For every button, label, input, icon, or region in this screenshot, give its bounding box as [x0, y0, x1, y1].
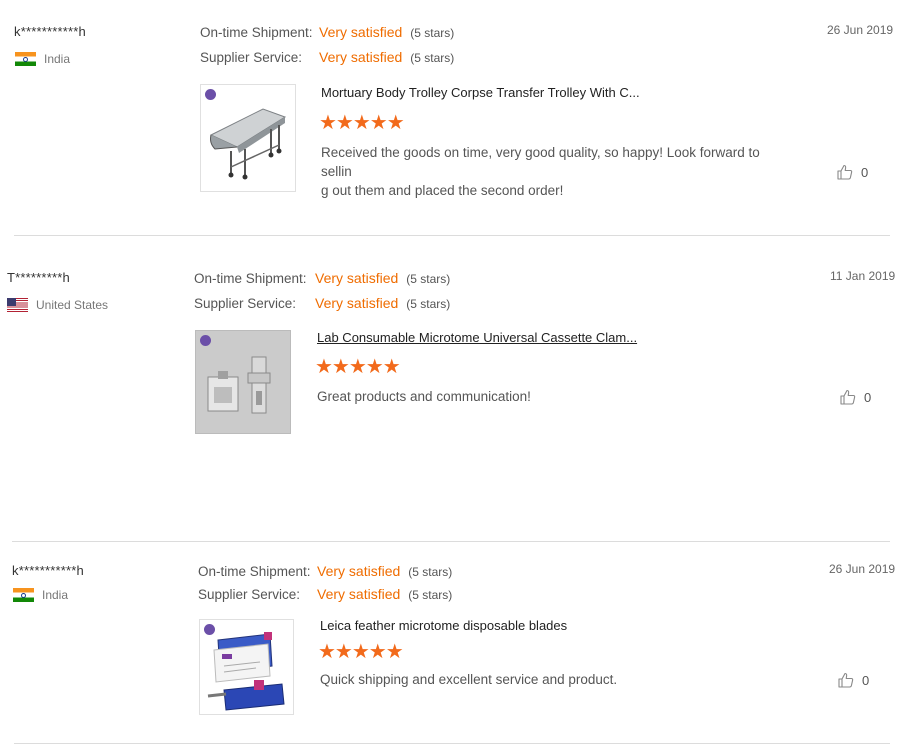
- service-rating: Supplier Service: Very satisfied (5 star…: [194, 295, 450, 311]
- service-value: Very satisfied: [315, 295, 399, 311]
- country-label: United States: [36, 298, 109, 312]
- shipment-value: Very satisfied: [315, 270, 399, 286]
- review-divider: [14, 743, 890, 744]
- india-flag-icon: [13, 588, 34, 602]
- comment-line: Received the goods on time, very good qu…: [321, 145, 760, 179]
- thumbs-up-icon: [837, 164, 853, 180]
- thumbs-up-icon: [838, 672, 854, 688]
- service-label: Supplier Service:: [194, 296, 297, 311]
- buyer-country: United States: [7, 298, 108, 312]
- review-date: 11 Jan 2019: [830, 269, 896, 283]
- buyer-name: k***********h: [14, 24, 86, 39]
- shipment-rating: On-time Shipment: Very satisfied (5 star…: [200, 24, 454, 40]
- service-rating: Supplier Service: Very satisfied (5 star…: [200, 49, 454, 65]
- like-count: 0: [862, 672, 870, 688]
- review-comment: Great products and communication!: [317, 387, 787, 406]
- country-label: India: [42, 588, 69, 602]
- india-flag-icon: [15, 52, 36, 66]
- like-button[interactable]: 0: [837, 164, 868, 180]
- service-stars: (5 stars): [406, 297, 451, 311]
- buyer-country: India: [13, 588, 68, 602]
- product-title-link[interactable]: Mortuary Body Trolley Corpse Transfer Tr…: [321, 85, 640, 100]
- product-title-link[interactable]: Leica feather microtome disposable blade…: [320, 618, 567, 633]
- brand-logo-icon: [200, 335, 211, 346]
- shipment-stars: (5 stars): [410, 26, 455, 40]
- brand-logo-icon: [204, 624, 215, 635]
- review-date: 26 Jun 2019: [829, 562, 896, 576]
- service-rating: Supplier Service: Very satisfied (5 star…: [198, 586, 452, 602]
- shipment-label: On-time Shipment:: [198, 564, 311, 579]
- product-thumbnail[interactable]: [195, 330, 291, 434]
- star-rating: ★★★★★: [315, 356, 401, 378]
- buyer-name: T*********h: [7, 270, 70, 285]
- comment-line: Great products and communication!: [317, 389, 531, 404]
- shipment-rating: On-time Shipment: Very satisfied (5 star…: [198, 563, 452, 579]
- buyer-country: India: [15, 52, 70, 66]
- shipment-label: On-time Shipment:: [200, 25, 313, 40]
- like-count: 0: [861, 164, 869, 180]
- service-stars: (5 stars): [410, 51, 455, 65]
- cassette-clamp-image: [196, 331, 290, 433]
- comment-line: Quick shipping and excellent service and…: [320, 672, 618, 687]
- shipment-rating: On-time Shipment: Very satisfied (5 star…: [194, 270, 450, 286]
- star-rating: ★★★★★: [319, 112, 405, 134]
- star-rating: ★★★★★: [318, 641, 404, 663]
- thumbs-up-icon: [840, 389, 856, 405]
- service-label: Supplier Service:: [198, 587, 301, 602]
- review-card: T*********h United States On-time Shipme…: [0, 236, 900, 541]
- review-date: 26 Jun 2019: [827, 23, 894, 37]
- trolley-image: [209, 108, 287, 180]
- service-value: Very satisfied: [319, 49, 403, 65]
- shipment-label: On-time Shipment:: [194, 271, 307, 286]
- blades-box-image: [207, 632, 285, 711]
- shipment-value: Very satisfied: [319, 24, 403, 40]
- brand-logo-icon: [205, 89, 216, 100]
- buyer-name: k***********h: [12, 563, 84, 578]
- like-count: 0: [864, 389, 872, 405]
- service-stars: (5 stars): [408, 588, 453, 602]
- review-card: k***********h India On-time Shipment: Ve…: [0, 542, 900, 744]
- shipment-stars: (5 stars): [408, 565, 453, 579]
- product-thumbnail[interactable]: [200, 84, 296, 192]
- country-label: India: [44, 52, 71, 66]
- review-comment: Quick shipping and excellent service and…: [320, 670, 790, 689]
- shipment-stars: (5 stars): [406, 272, 451, 286]
- product-thumbnail[interactable]: [199, 619, 294, 715]
- service-value: Very satisfied: [317, 586, 401, 602]
- like-button[interactable]: 0: [838, 672, 869, 688]
- review-card: k***********h India On-time Shipment: Ve…: [0, 0, 900, 236]
- us-flag-icon: [7, 298, 28, 312]
- review-comment: Received the goods on time, very good qu…: [321, 143, 791, 200]
- service-label: Supplier Service:: [200, 50, 303, 65]
- comment-line: g out them and placed the second order!: [321, 183, 564, 198]
- product-title-link[interactable]: Lab Consumable Microtome Universal Casse…: [317, 330, 637, 345]
- shipment-value: Very satisfied: [317, 563, 401, 579]
- like-button[interactable]: 0: [840, 389, 871, 405]
